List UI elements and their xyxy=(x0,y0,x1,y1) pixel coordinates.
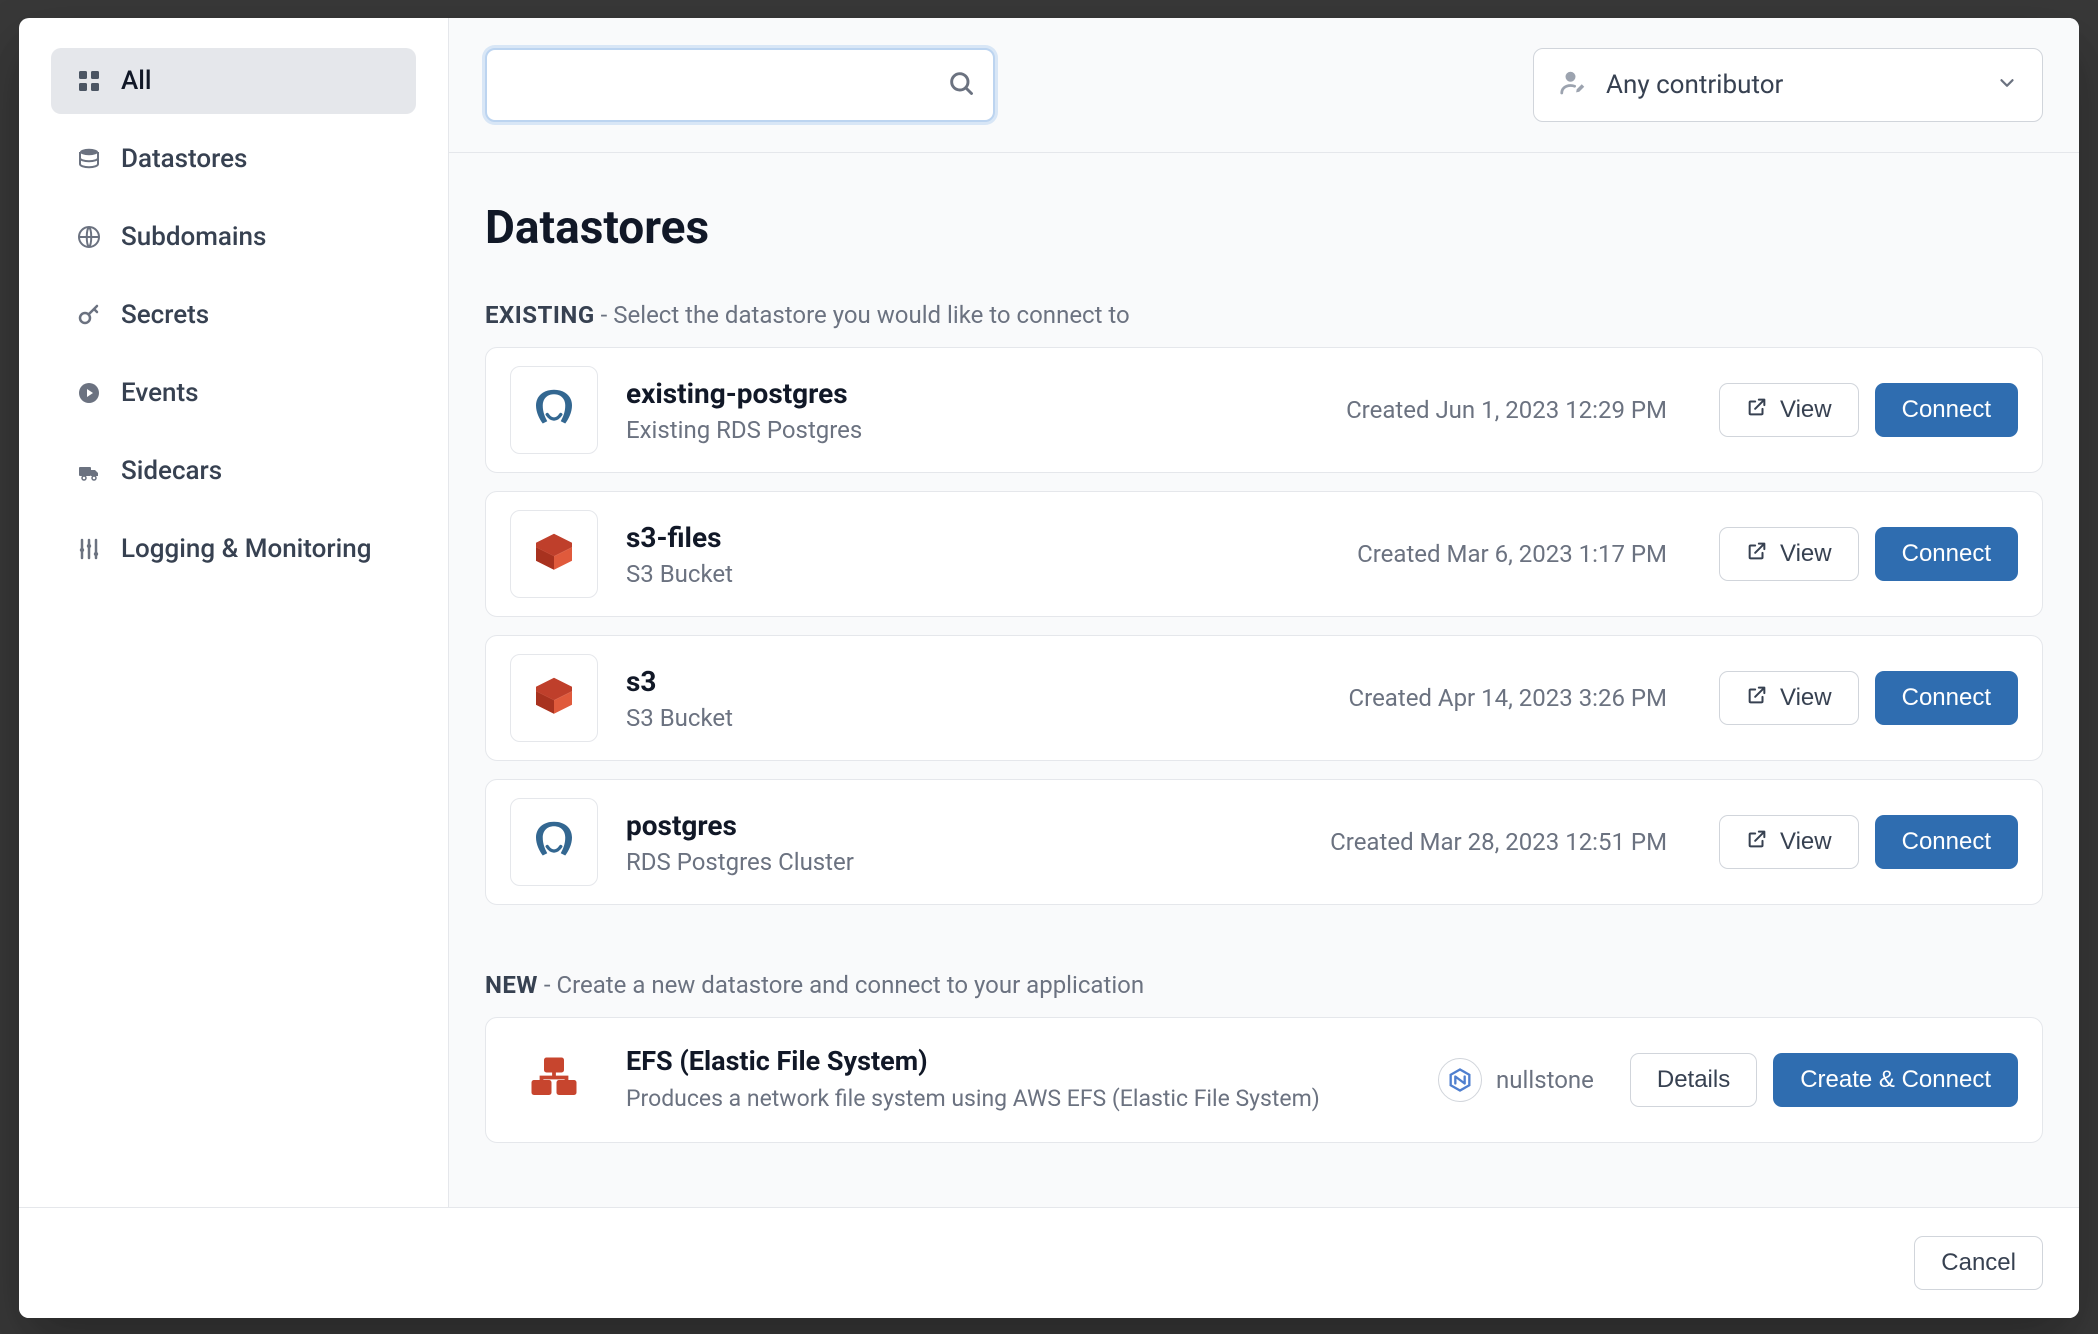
card-info: EFS (Elastic File System) Produces a net… xyxy=(626,1045,1320,1115)
new-datastore-description: Produces a network file system using AWS… xyxy=(626,1083,1320,1115)
contributor-select[interactable]: Any contributor xyxy=(1533,48,2043,122)
card-info: existing-postgres Existing RDS Postgres xyxy=(626,377,966,444)
globe-icon xyxy=(75,225,103,249)
sidebar-item-logging[interactable]: Logging & Monitoring xyxy=(51,516,416,582)
existing-section-label: EXISTING - Select the datastore you woul… xyxy=(485,301,2043,329)
sidebar-item-datastores[interactable]: Datastores xyxy=(51,126,416,192)
sidebar-item-label: Subdomains xyxy=(121,222,266,252)
view-label: View xyxy=(1780,828,1832,856)
datastore-name: s3 xyxy=(626,665,966,698)
provider-label: nullstone xyxy=(1496,1066,1594,1094)
search-wrap xyxy=(485,48,995,122)
sidebar-item-label: Datastores xyxy=(121,144,247,174)
modal-body: All Datastores Subdomains Secrets Events xyxy=(19,18,2079,1207)
sidebar-item-sidecars[interactable]: Sidecars xyxy=(51,438,416,504)
cancel-button[interactable]: Cancel xyxy=(1914,1236,2043,1290)
view-label: View xyxy=(1780,540,1832,568)
card-info: s3 S3 Bucket xyxy=(626,665,966,732)
settings-sliders-icon xyxy=(75,537,103,561)
key-icon xyxy=(75,303,103,327)
provider-badge: nullstone xyxy=(1438,1058,1594,1102)
datastore-type: Existing RDS Postgres xyxy=(626,416,966,444)
main-scroll[interactable]: Any contributor Datastores EXISTING - Se… xyxy=(449,18,2079,1207)
view-label: View xyxy=(1780,684,1832,712)
page-title: Datastores xyxy=(485,201,2043,255)
main-panel: Any contributor Datastores EXISTING - Se… xyxy=(449,18,2079,1207)
sidebar-item-label: All xyxy=(121,66,152,96)
datastore-name: existing-postgres xyxy=(626,377,966,410)
capability-modal: All Datastores Subdomains Secrets Events xyxy=(19,18,2079,1318)
s3-icon xyxy=(510,654,598,742)
card-actions: View Connect xyxy=(1719,671,2018,725)
external-link-icon xyxy=(1746,684,1768,713)
contributor-label: Any contributor xyxy=(1606,70,1978,100)
main-content: Datastores EXISTING - Select the datasto… xyxy=(449,153,2079,1207)
datastore-created: Created Mar 28, 2023 12:51 PM xyxy=(994,828,1691,856)
s3-icon xyxy=(510,510,598,598)
sidebar-item-secrets[interactable]: Secrets xyxy=(51,282,416,348)
details-button[interactable]: Details xyxy=(1630,1053,1757,1107)
sidebar-item-label: Events xyxy=(121,378,199,408)
main-header: Any contributor xyxy=(449,18,2079,153)
external-link-icon xyxy=(1746,828,1768,857)
search-input[interactable] xyxy=(485,48,995,122)
view-button[interactable]: View xyxy=(1719,383,1859,437)
datastore-name: postgres xyxy=(626,809,966,842)
postgres-icon xyxy=(510,366,598,454)
modal-backdrop: All Datastores Subdomains Secrets Events xyxy=(0,0,2098,1334)
modal-footer: Cancel xyxy=(19,1207,2079,1318)
user-edit-icon xyxy=(1558,68,1588,102)
datastore-created: Created Mar 6, 2023 1:17 PM xyxy=(994,540,1691,568)
external-link-icon xyxy=(1746,540,1768,569)
datastore-type: S3 Bucket xyxy=(626,704,966,732)
sidebar-item-label: Sidecars xyxy=(121,456,222,486)
search-icon xyxy=(947,69,975,101)
postgres-icon xyxy=(510,798,598,886)
connect-button[interactable]: Connect xyxy=(1875,815,2018,869)
new-section-label: NEW - Create a new datastore and connect… xyxy=(485,971,2043,999)
nullstone-icon xyxy=(1438,1058,1482,1102)
datastore-created: Created Jun 1, 2023 12:29 PM xyxy=(994,396,1691,424)
view-label: View xyxy=(1780,396,1832,424)
datastore-type: S3 Bucket xyxy=(626,560,966,588)
new-datastore-name: EFS (Elastic File System) xyxy=(626,1045,1320,1077)
new-datastore-card: EFS (Elastic File System) Produces a net… xyxy=(485,1017,2043,1143)
datastore-name: s3-files xyxy=(626,521,966,554)
sidebar-item-label: Logging & Monitoring xyxy=(121,534,371,564)
card-actions: View Connect xyxy=(1719,527,2018,581)
sidebar: All Datastores Subdomains Secrets Events xyxy=(19,18,449,1207)
efs-icon xyxy=(510,1036,598,1124)
card-actions: View Connect xyxy=(1719,815,2018,869)
datastore-card: existing-postgres Existing RDS Postgres … xyxy=(485,347,2043,473)
grid-icon xyxy=(75,69,103,93)
view-button[interactable]: View xyxy=(1719,527,1859,581)
datastore-card: postgres RDS Postgres Cluster Created Ma… xyxy=(485,779,2043,905)
truck-icon xyxy=(75,459,103,483)
sidebar-item-label: Secrets xyxy=(121,300,209,330)
card-actions: Details Create & Connect xyxy=(1630,1053,2018,1107)
external-link-icon xyxy=(1746,396,1768,425)
card-info: postgres RDS Postgres Cluster xyxy=(626,809,966,876)
sidebar-item-events[interactable]: Events xyxy=(51,360,416,426)
connect-button[interactable]: Connect xyxy=(1875,383,2018,437)
view-button[interactable]: View xyxy=(1719,671,1859,725)
card-info: s3-files S3 Bucket xyxy=(626,521,966,588)
datastore-card: s3-files S3 Bucket Created Mar 6, 2023 1… xyxy=(485,491,2043,617)
connect-button[interactable]: Connect xyxy=(1875,671,2018,725)
database-icon xyxy=(75,147,103,171)
play-icon xyxy=(75,381,103,405)
datastore-card: s3 S3 Bucket Created Apr 14, 2023 3:26 P… xyxy=(485,635,2043,761)
connect-button[interactable]: Connect xyxy=(1875,527,2018,581)
card-actions: View Connect xyxy=(1719,383,2018,437)
datastore-type: RDS Postgres Cluster xyxy=(626,848,966,876)
create-connect-button[interactable]: Create & Connect xyxy=(1773,1053,2018,1107)
sidebar-item-all[interactable]: All xyxy=(51,48,416,114)
view-button[interactable]: View xyxy=(1719,815,1859,869)
chevron-down-icon xyxy=(1996,72,2018,98)
datastore-created: Created Apr 14, 2023 3:26 PM xyxy=(994,684,1691,712)
sidebar-item-subdomains[interactable]: Subdomains xyxy=(51,204,416,270)
